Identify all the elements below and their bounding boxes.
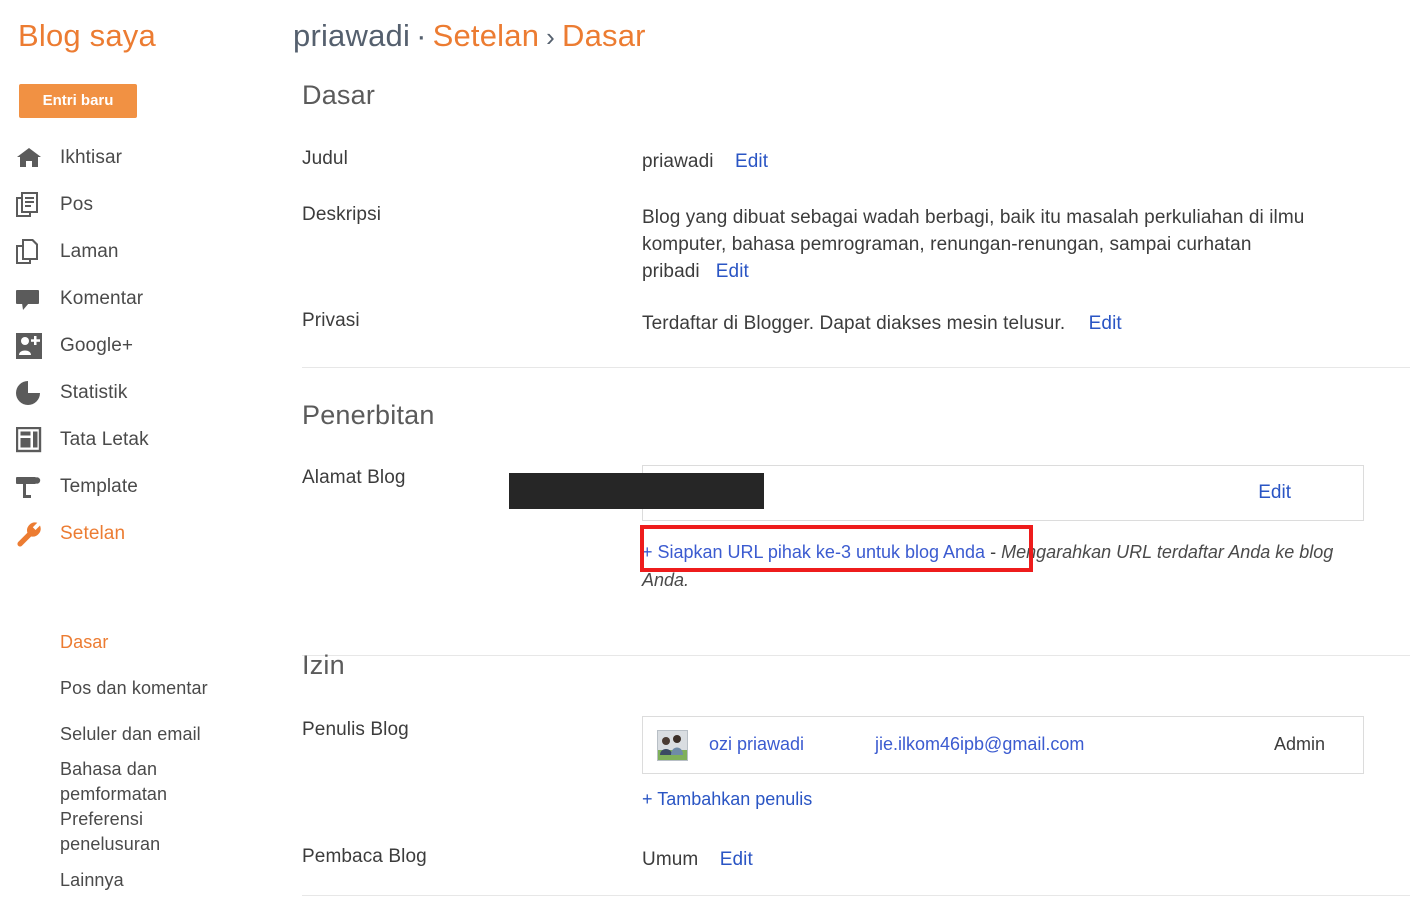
author-email[interactable]: jie.ilkom46ipb@gmail.com [875,734,1084,755]
section-title-izin: Izin [302,650,345,680]
judul-text: priawadi [642,151,714,172]
value-privasi: Terdaftar di Blogger. Dapat diakses mesi… [642,310,1122,337]
stats-icon [16,378,50,408]
section-divider-2 [302,655,1410,656]
sidebar-item-statistik[interactable]: Statistik [0,369,292,416]
label-privasi: Privasi [302,310,360,331]
edit-deskripsi-link[interactable]: Edit [700,261,749,282]
brand-title[interactable]: Blog saya [18,18,156,54]
sidebar-item-label: Google+ [60,334,134,356]
wrench-icon [16,519,50,549]
sidebar-item-label: Pos [60,193,94,215]
sidebar-subitem-label: Pos dan komentar [60,677,208,698]
breadcrumb-blog-name[interactable]: priawadi [293,18,410,53]
privasi-text: Terdaftar di Blogger. Dapat diakses mesi… [642,313,1066,334]
main-content: Dasar Judul priawadi Edit Deskripsi Blog… [292,80,1422,912]
sidebar-item-label: Template [60,475,138,497]
third-party-url-row: + Siapkan URL pihak ke-3 untuk blog Anda… [642,538,1362,594]
label-judul: Judul [302,148,348,169]
section-divider-3 [302,895,1410,896]
layout-icon [16,425,50,455]
new-post-button[interactable]: Entri baru [19,84,137,118]
sidebar-subitem-label: Preferensi penelusuran [60,809,161,854]
home-icon [16,143,50,173]
sidebar-item-komentar[interactable]: Komentar [0,275,292,322]
sidebar-item-label: Statistik [60,381,128,403]
posts-icon [16,190,50,220]
sidebar-item-ikhtisar[interactable]: Ikhtisar [0,134,292,181]
sidebar-item-setelan[interactable]: Setelan [0,510,292,557]
author-role: Admin [1273,734,1325,754]
breadcrumb-current[interactable]: Dasar [562,18,646,53]
edit-pembaca-blog-link[interactable]: Edit [704,849,753,870]
label-alamat-blog: Alamat Blog [302,467,406,488]
sidebar-subitem-label: Seluler dan email [60,723,201,744]
sidebar: Entri baru Ikhtisar Pos Laman Komentar G… [0,82,292,912]
sidebar-item-pos[interactable]: Pos [0,181,292,228]
sidebar-item-label: Ikhtisar [60,146,123,168]
sidebar-subitem-lainnya[interactable]: Lainnya [0,857,292,903]
edit-judul-link[interactable]: Edit [719,151,768,172]
breadcrumb-section[interactable]: Setelan [433,18,540,53]
sidebar-subitem-seluler-dan-email[interactable]: Seluler dan email [0,711,292,757]
edit-alamat-blog-link[interactable]: Edit [1258,482,1291,504]
label-penulis-blog: Penulis Blog [302,719,409,740]
sidebar-subitem-label: Dasar [60,631,109,652]
value-deskripsi: Blog yang dibuat sebagai wadah berbagi, … [642,204,1354,285]
sidebar-subitem-label: Lainnya [60,869,124,890]
blogger-settings-page: Blog saya priawadi · Setelan › Dasar Entri b… [0,0,1422,912]
edit-privasi-link[interactable]: Edit [1071,313,1122,334]
sidebar-nav: Ikhtisar Pos Laman Komentar Google+ Stat… [0,134,292,557]
sidebar-subnav: Dasar Pos dan komentar Seluler dan email… [0,619,292,903]
authors-box: ozi priawadi jie.ilkom46ipb@gmail.com Ad… [642,716,1364,774]
sidebar-item-label: Tata Letak [60,428,149,450]
label-pembaca-blog: Pembaca Blog [302,846,427,867]
sidebar-subitem-pos-dan-komentar[interactable]: Pos dan komentar [0,665,292,711]
pembaca-blog-text: Umum [642,849,699,870]
value-pembaca-blog: Umum Edit [642,846,753,873]
template-icon [16,472,50,502]
sidebar-subitem-dasar[interactable]: Dasar [0,619,292,665]
breadcrumb-dot: · [416,18,427,53]
sidebar-item-label: Komentar [60,287,144,309]
value-judul: priawadi Edit [642,148,768,175]
redaction-overlay [509,473,764,509]
section-divider-1 [302,367,1410,368]
author-name[interactable]: ozi priawadi [709,734,804,755]
sidebar-subitem-preferensi-penelusuran[interactable]: Preferensi penelusuran [0,807,292,857]
section-title-penerbitan: Penerbitan [302,400,435,430]
third-party-url-link[interactable]: + Siapkan URL pihak ke-3 untuk blog Anda [642,542,985,562]
sidebar-subitem-bahasa-dan-pemformatan[interactable]: Bahasa dan pemformatan [0,757,292,807]
sidebar-item-tata-letak[interactable]: Tata Letak [0,416,292,463]
top-bar: Blog saya priawadi · Setelan › Dasar [0,0,1422,82]
googleplus-icon [16,331,50,361]
third-party-dash: - [990,542,997,562]
pages-icon [16,237,50,267]
section-title-dasar: Dasar [302,80,376,110]
sidebar-item-googleplus[interactable]: Google+ [0,322,292,369]
sidebar-item-laman[interactable]: Laman [0,228,292,275]
sidebar-item-label: Setelan [60,522,126,544]
breadcrumb: priawadi · Setelan › Dasar [293,18,646,54]
label-deskripsi: Deskripsi [302,204,382,225]
sidebar-item-label: Laman [60,240,119,262]
avatar [657,730,688,761]
add-author-link[interactable]: + Tambahkan penulis [642,789,812,810]
comment-icon [16,284,50,314]
breadcrumb-separator-icon: › [546,22,555,52]
sidebar-item-template[interactable]: Template [0,463,292,510]
sidebar-subitem-label: Bahasa dan pemformatan [60,759,168,804]
